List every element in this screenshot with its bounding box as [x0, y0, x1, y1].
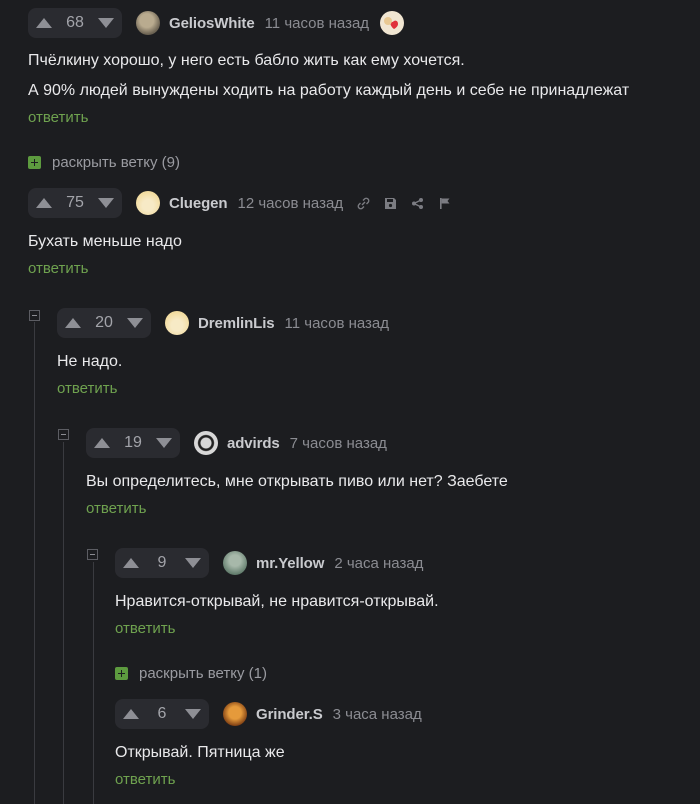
- comment-author[interactable]: Grinder.S: [256, 706, 323, 723]
- comment-text-line: Бухать меньше надо: [28, 233, 182, 250]
- expand-branch-label: раскрыть ветку (1): [139, 665, 267, 682]
- expand-branch-button[interactable]: раскрыть ветку (9): [28, 154, 180, 171]
- avatar[interactable]: [223, 551, 247, 575]
- comment-time: 2 часа назад: [334, 554, 424, 572]
- comment-header: 75 Cluegen 12 часов назад: [28, 188, 451, 218]
- reply-button[interactable]: ответить: [115, 771, 175, 788]
- downvote-button[interactable]: [97, 18, 114, 28]
- vote-control: 75: [28, 188, 122, 218]
- comment-text-line: Пчёлкину хорошо, у него есть бабло жить …: [28, 52, 465, 69]
- avatar[interactable]: [136, 11, 160, 35]
- comment-header: 6 Grinder.S 3 часа назад: [115, 699, 422, 729]
- upvote-button[interactable]: [94, 438, 110, 448]
- comment-author[interactable]: Cluegen: [169, 195, 228, 212]
- comment-header: 9 mr.Yellow 2 часа назад: [115, 548, 439, 578]
- reply-button[interactable]: ответить: [86, 500, 146, 517]
- comment-body: Не надо.: [57, 347, 389, 377]
- reply-button[interactable]: ответить: [28, 260, 88, 277]
- downvote-button[interactable]: [185, 558, 201, 568]
- comment-header: 68 GeliosWhite 11 часов назад: [28, 8, 629, 38]
- comment-score: 20: [95, 314, 113, 331]
- comment-body: Нравится-открывай, не нравится-открывай.: [115, 587, 439, 617]
- comment-author[interactable]: advirds: [227, 435, 280, 452]
- comment-time: 11 часов назад: [264, 14, 370, 32]
- comment-author[interactable]: DremlinLis: [198, 315, 275, 332]
- avatar[interactable]: [136, 191, 160, 215]
- vote-control: 6: [115, 699, 209, 729]
- comment-author[interactable]: GeliosWhite: [169, 15, 255, 32]
- upvote-button[interactable]: [123, 558, 139, 568]
- downvote-button[interactable]: [126, 318, 143, 328]
- downvote-button[interactable]: [155, 438, 172, 448]
- thread-line-level-3: [93, 562, 94, 804]
- comment-score: 6: [157, 705, 167, 722]
- flag-icon[interactable]: [438, 197, 451, 210]
- comment-text-line: Нравится-открывай, не нравится-открывай.: [115, 593, 439, 610]
- comment-body: Пчёлкину хорошо, у него есть бабло жить …: [28, 46, 629, 106]
- thread-line-level-2: [63, 442, 64, 804]
- comment-time: 11 часов назад: [284, 314, 390, 332]
- collapse-thread-button[interactable]: [29, 310, 40, 321]
- comment-body: Открывай. Пятница же: [115, 738, 422, 768]
- upvote-button[interactable]: [65, 318, 81, 328]
- comment: 6 Grinder.S 3 часа назад Открывай. Пятни…: [115, 699, 422, 789]
- collapse-thread-button[interactable]: [58, 429, 69, 440]
- vote-control: 68: [28, 8, 122, 38]
- avatar[interactable]: [165, 311, 189, 335]
- comment-score: 9: [157, 554, 167, 571]
- comment-text-line: Открывай. Пятница же: [115, 744, 285, 761]
- save-icon[interactable]: [384, 197, 397, 210]
- vote-control: 19: [86, 428, 180, 458]
- comment-score: 68: [66, 14, 84, 31]
- link-icon[interactable]: [357, 197, 370, 210]
- vote-control: 20: [57, 308, 151, 338]
- reply-button[interactable]: ответить: [57, 380, 117, 397]
- downvote-button[interactable]: [185, 709, 201, 719]
- comment: 68 GeliosWhite 11 часов назад Пчёлкину х…: [28, 8, 629, 127]
- comment: 20 DremlinLis 11 часов назад Не надо. от…: [57, 308, 389, 398]
- comment: 9 mr.Yellow 2 часа назад Нравится-открыв…: [115, 548, 439, 638]
- upvote-button[interactable]: [36, 18, 52, 28]
- comment: 75 Cluegen 12 часов назад Бухать меньше …: [28, 188, 451, 278]
- comment-body: Бухать меньше надо: [28, 227, 451, 257]
- comment-header: 19 advirds 7 часов назад: [86, 428, 508, 458]
- heart-badge-icon: [380, 11, 405, 35]
- expand-branch-button[interactable]: раскрыть ветку (1): [115, 665, 267, 682]
- comment-body: Вы определитесь, мне открывать пиво или …: [86, 467, 508, 497]
- comment-time: 7 часов назад: [289, 434, 387, 452]
- plus-icon: [115, 667, 128, 680]
- comment-header: 20 DremlinLis 11 часов назад: [57, 308, 389, 338]
- collapse-thread-button[interactable]: [87, 549, 98, 560]
- comment-text-line: А 90% людей вынуждены ходить на работу к…: [28, 82, 630, 99]
- share-icon[interactable]: [411, 197, 424, 210]
- comment-score: 75: [66, 194, 84, 211]
- plus-icon: [28, 156, 41, 169]
- avatar[interactable]: [194, 431, 218, 455]
- comment-time: 12 часов назад: [237, 194, 344, 212]
- reply-button[interactable]: ответить: [115, 620, 175, 637]
- comment-time: 3 часа назад: [332, 705, 422, 723]
- avatar[interactable]: [223, 702, 247, 726]
- upvote-button[interactable]: [123, 709, 139, 719]
- reply-button[interactable]: ответить: [28, 109, 88, 126]
- comment-author[interactable]: mr.Yellow: [256, 555, 324, 572]
- comment-text-line: Вы определитесь, мне открывать пиво или …: [86, 473, 508, 490]
- comment: 19 advirds 7 часов назад Вы определитесь…: [86, 428, 508, 518]
- comment-score: 19: [124, 434, 142, 451]
- comment-text-line: Не надо.: [57, 353, 123, 370]
- vote-control: 9: [115, 548, 209, 578]
- thread-line-level-1: [34, 322, 35, 804]
- downvote-button[interactable]: [97, 198, 114, 208]
- expand-branch-label: раскрыть ветку (9): [52, 154, 180, 171]
- upvote-button[interactable]: [36, 198, 52, 208]
